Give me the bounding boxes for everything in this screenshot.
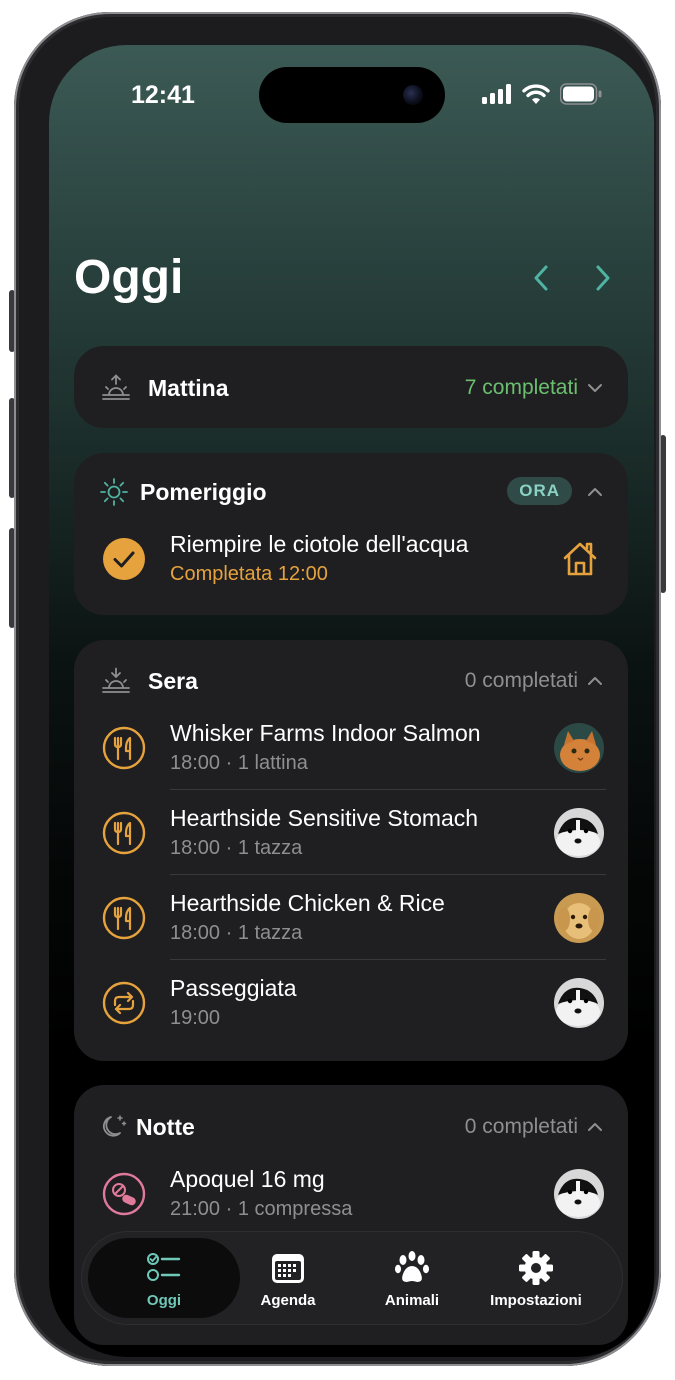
section-evening: Sera 0 completati Whisker Farms Indoor S… xyxy=(74,640,628,1061)
status-icons xyxy=(482,83,602,105)
task-row[interactable]: Hearthside Chicken & Rice 18:00 · 1 tazz… xyxy=(74,876,628,960)
task-subtitle: Completata 12:00 xyxy=(170,563,328,585)
food-icon[interactable] xyxy=(102,811,146,855)
task-row[interactable]: Apoquel 16 mg 21:00 · 1 compressa xyxy=(74,1152,628,1236)
calendar-icon xyxy=(272,1254,304,1283)
camera-icon xyxy=(403,85,423,105)
task-subtitle: 18:00 · 1 lattina xyxy=(170,752,308,774)
cat-avatar xyxy=(554,723,604,773)
section-afternoon: Pomeriggio ORA Riempire le ciotole dell'… xyxy=(74,453,628,615)
task-subtitle: 18:00 · 1 tazza xyxy=(170,922,303,944)
task-subtitle: 21:00 · 1 compressa xyxy=(170,1198,353,1220)
task-title: Whisker Farms Indoor Salmon xyxy=(170,720,481,746)
task-row[interactable]: Passeggiata 19:00 xyxy=(74,961,628,1045)
row-divider xyxy=(170,959,606,960)
completed-count: 0 completati xyxy=(464,669,578,692)
screen: 12:41 Oggi Mattina 7 completati Pomerigg… xyxy=(49,45,654,1357)
border-collie-avatar xyxy=(554,808,604,858)
border-collie-avatar xyxy=(554,1169,604,1219)
tab-label: Impostazioni xyxy=(490,1292,582,1309)
chevron-up-icon[interactable] xyxy=(586,483,604,501)
sunset-icon xyxy=(102,667,130,693)
row-divider xyxy=(170,789,606,790)
border-collie-avatar xyxy=(554,978,604,1028)
completed-count: 0 completati xyxy=(464,1115,578,1138)
chevron-up-icon[interactable] xyxy=(586,1118,604,1136)
page-title: Oggi xyxy=(74,251,184,304)
next-day-button[interactable] xyxy=(588,263,618,293)
task-title: Hearthside Sensitive Stomach xyxy=(170,805,479,831)
chevron-right-icon xyxy=(596,265,610,291)
now-badge: ORA xyxy=(507,477,572,505)
section-title: Mattina xyxy=(148,375,229,401)
signal-icon xyxy=(482,84,511,104)
section-title: Notte xyxy=(136,1114,195,1140)
row-divider xyxy=(170,874,606,875)
golden-retriever-avatar xyxy=(554,893,604,943)
task-title: Passeggiata xyxy=(170,975,297,1001)
task-subtitle: 19:00 xyxy=(170,1007,221,1029)
section-title: Sera xyxy=(148,668,198,694)
paw-icon xyxy=(395,1251,429,1282)
moon-icon xyxy=(102,1115,127,1137)
battery-icon xyxy=(560,83,602,105)
section-title: Pomeriggio xyxy=(140,479,267,505)
task-subtitle: 18:00 · 1 tazza xyxy=(170,837,303,859)
task-row[interactable]: Hearthside Sensitive Stomach 18:00 · 1 t… xyxy=(74,791,628,875)
wifi-icon xyxy=(522,83,550,104)
chevron-up-icon[interactable] xyxy=(586,672,604,690)
chevron-down-icon[interactable] xyxy=(586,379,604,397)
task-title: Apoquel 16 mg xyxy=(170,1166,325,1192)
gear-icon xyxy=(519,1251,553,1285)
sun-icon xyxy=(100,478,128,506)
check-circle-icon[interactable] xyxy=(102,537,146,581)
task-title: Hearthside Chicken & Rice xyxy=(170,890,445,916)
completed-count: 7 completati xyxy=(464,376,578,399)
repeat-icon[interactable] xyxy=(102,981,146,1025)
previous-day-button[interactable] xyxy=(526,263,556,293)
food-icon[interactable] xyxy=(102,726,146,770)
pill-icon[interactable] xyxy=(102,1172,146,1216)
task-row[interactable]: Whisker Farms Indoor Salmon 18:00 · 1 la… xyxy=(74,706,628,790)
section-morning[interactable]: Mattina 7 completati xyxy=(74,346,628,428)
phone-frame: 12:41 Oggi Mattina 7 completati Pomerigg… xyxy=(14,12,661,1366)
dynamic-island xyxy=(259,67,445,123)
chevron-left-icon xyxy=(534,265,548,291)
task-row[interactable]: Riempire le ciotole dell'acqua Completat… xyxy=(74,517,628,601)
food-icon[interactable] xyxy=(102,896,146,940)
task-title: Riempire le ciotole dell'acqua xyxy=(170,531,469,557)
tab-bar: Oggi Agenda Animali Impostazioni xyxy=(82,1232,622,1324)
sunrise-icon xyxy=(102,374,130,400)
checklist-icon xyxy=(147,1253,181,1281)
home-icon xyxy=(563,542,597,576)
tab-impostazioni[interactable]: Impostazioni xyxy=(460,1238,612,1318)
status-time: 12:41 xyxy=(131,81,195,109)
